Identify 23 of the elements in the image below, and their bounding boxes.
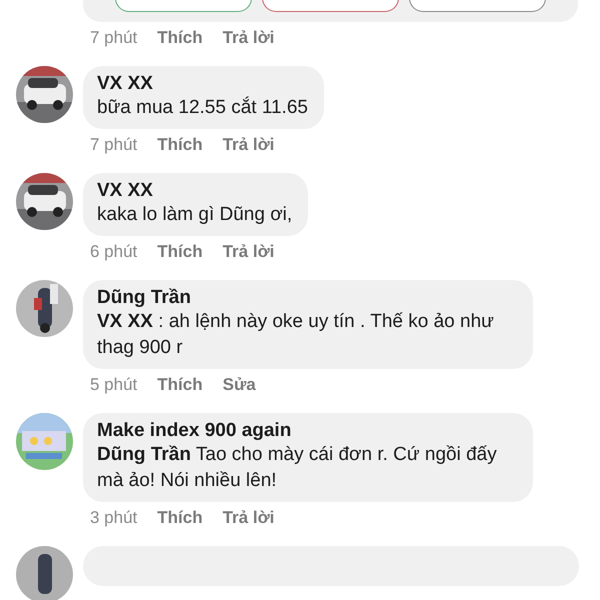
like-link[interactable]: Thích [157, 375, 203, 395]
comment-time: 6 phút [90, 242, 138, 262]
comment-text: kaka lo làm gì Dũng ơi, [97, 203, 292, 227]
author-name[interactable]: Make index 900 again [97, 420, 517, 442]
comment-text: bữa mua 12.55 cắt 11.65 [97, 96, 308, 120]
action-link[interactable]: Trả lời [222, 508, 274, 528]
comment-time: 7 phút [90, 28, 138, 48]
comment-time: 7 phút [90, 135, 138, 155]
author-name[interactable]: VX XX [97, 73, 308, 95]
like-link[interactable]: Thích [157, 135, 203, 155]
action-link[interactable]: Sửa [222, 375, 256, 395]
action-link[interactable]: Trả lời [222, 242, 274, 262]
like-link[interactable]: Thích [157, 28, 203, 48]
author-name[interactable]: VX XX [97, 180, 292, 202]
like-link[interactable]: Thích [157, 508, 203, 528]
comment-text: Dũng Trần Tao cho mày cái đơn r. Cứ ngồi đấy mà ảo! Nói nhiều lên! [97, 443, 498, 493]
action-link[interactable]: Trả lời [222, 28, 274, 48]
author-name[interactable]: Dũng Trần [97, 287, 517, 309]
comment-time: 3 phút [90, 508, 138, 528]
like-link[interactable]: Thích [157, 242, 203, 262]
comment-text: VX XX : ah lệnh này oke uy tín . Thế ko ảo như thag 900 r [97, 310, 495, 360]
action-link[interactable]: Trả lời [222, 135, 274, 155]
comment-time: 5 phút [90, 375, 138, 395]
